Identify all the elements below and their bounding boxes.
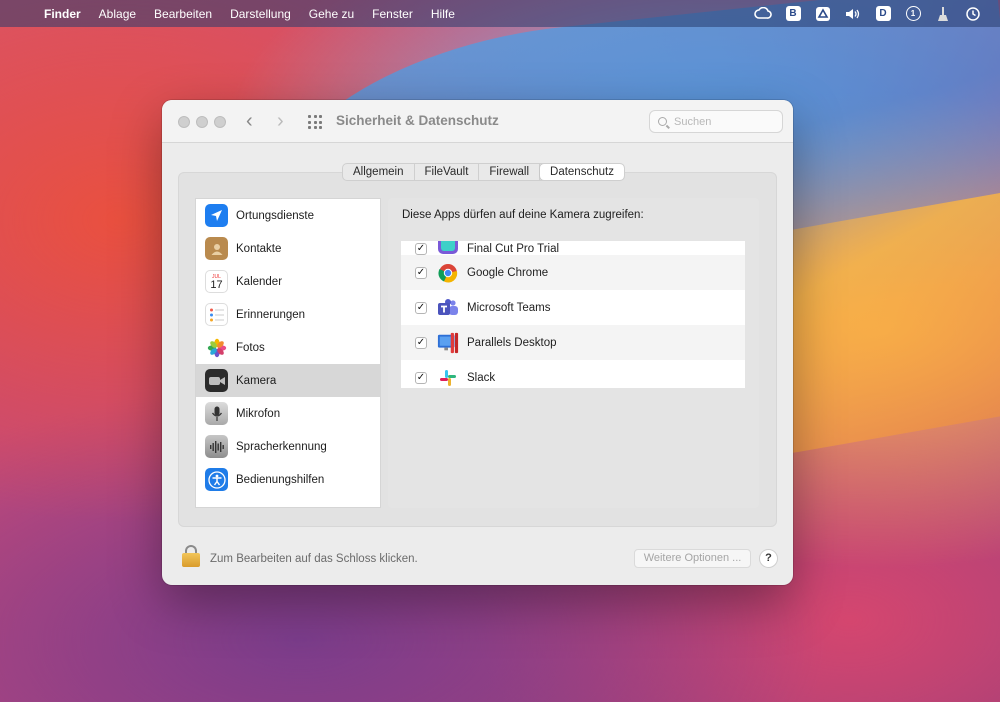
menu-bearbeiten[interactable]: Bearbeiten bbox=[145, 7, 221, 21]
tab-datenschutz[interactable]: Datenschutz bbox=[540, 164, 624, 180]
sidebar-item-label: Bedienungshilfen bbox=[236, 473, 325, 486]
back-chevron-icon[interactable]: ‹ bbox=[246, 111, 253, 131]
sidebar-item-label: Erinnerungen bbox=[236, 308, 306, 321]
microphone-icon bbox=[205, 402, 228, 425]
sidebar-item-erinnerungen[interactable]: Erinnerungen bbox=[196, 298, 380, 331]
tab-allgemein[interactable]: Allgemein bbox=[343, 164, 415, 180]
tab-filevault[interactable]: FileVault bbox=[415, 164, 480, 180]
menu-fenster[interactable]: Fenster bbox=[363, 7, 422, 21]
zoom-button[interactable] bbox=[214, 116, 226, 128]
search-field[interactable]: Suchen bbox=[649, 110, 783, 133]
calendar-icon: JUL 17 bbox=[205, 270, 228, 293]
sidebar-item-label: Ortungsdienste bbox=[236, 209, 314, 222]
time-machine-icon[interactable] bbox=[958, 0, 988, 27]
app-checkbox[interactable]: ✓ bbox=[415, 266, 427, 279]
search-placeholder: Suchen bbox=[674, 115, 712, 128]
more-options-button[interactable]: Weitere Optionen ... bbox=[634, 549, 751, 568]
menu-gehe-zu[interactable]: Gehe zu bbox=[300, 7, 363, 21]
app-checkbox[interactable]: ✓ bbox=[415, 336, 427, 349]
window-title: Sicherheit & Datenschutz bbox=[336, 113, 499, 128]
sidebar-item-kontakte[interactable]: Kontakte bbox=[196, 232, 380, 265]
photos-icon bbox=[205, 336, 228, 359]
sidebar-item-label: Fotos bbox=[236, 341, 265, 354]
forward-chevron-icon[interactable]: › bbox=[277, 111, 284, 131]
final-cut-icon bbox=[437, 241, 459, 255]
sidebar-item-bedienungshilfen[interactable]: Bedienungshilfen bbox=[196, 463, 380, 496]
app-checkbox[interactable]: ✓ bbox=[415, 371, 427, 384]
help-button[interactable]: ? bbox=[759, 549, 778, 568]
menu-app-finder[interactable]: Finder bbox=[44, 7, 90, 21]
tab-firewall[interactable]: Firewall bbox=[479, 164, 541, 180]
sidebar-item-label: Spracherkennung bbox=[236, 440, 327, 453]
speech-icon bbox=[205, 435, 228, 458]
list-item-google-chrome: ✓ Google Chrome bbox=[401, 255, 745, 290]
list-item-parallels-desktop: ✓ Parallels Desktop bbox=[401, 325, 745, 360]
show-all-grid-icon[interactable] bbox=[308, 115, 322, 129]
reminders-icon bbox=[205, 303, 228, 326]
sidebar-item-label: Kalender bbox=[236, 275, 283, 288]
contacts-icon bbox=[205, 237, 228, 260]
minimize-button[interactable] bbox=[196, 116, 208, 128]
accessibility-icon bbox=[205, 468, 228, 491]
teams-icon bbox=[437, 297, 459, 319]
menu-darstellung[interactable]: Darstellung bbox=[221, 7, 300, 21]
parallels-icon bbox=[437, 332, 459, 354]
lock-hint-text: Zum Bearbeiten auf das Schloss klicken. bbox=[210, 553, 418, 565]
lock-icon[interactable] bbox=[182, 545, 200, 567]
title-bar: ‹ › Sicherheit & Datenschutz Suchen bbox=[162, 100, 793, 143]
app-name: Microsoft Teams bbox=[467, 301, 551, 314]
system-preferences-window: ‹ › Sicherheit & Datenschutz Suchen Allg… bbox=[162, 100, 793, 585]
menu-ablage[interactable]: Ablage bbox=[90, 7, 145, 21]
menu-hilfe[interactable]: Hilfe bbox=[422, 7, 464, 21]
status-tray: B D 1 bbox=[748, 0, 1000, 27]
camera-icon bbox=[205, 369, 228, 392]
sidebar-item-label: Kontakte bbox=[236, 242, 282, 255]
privacy-category-list: Ortungsdienste Kontakte JUL 17 Kalender … bbox=[195, 198, 381, 508]
sidebar-item-label: Mikrofon bbox=[236, 407, 281, 420]
creative-cloud-icon[interactable] bbox=[748, 0, 778, 27]
app-permission-list[interactable]: ✓ Final Cut Pro Trial ✓ Google Chrome ✓ … bbox=[401, 241, 745, 388]
list-item-microsoft-teams: ✓ Microsoft Teams bbox=[401, 290, 745, 325]
list-item-final-cut: ✓ Final Cut Pro Trial bbox=[401, 241, 745, 255]
location-icon bbox=[205, 204, 228, 227]
google-drive-icon[interactable] bbox=[808, 0, 838, 27]
docs-icon[interactable]: D bbox=[868, 0, 898, 27]
volume-icon[interactable] bbox=[838, 0, 868, 27]
menu-bar: Finder Ablage Bearbeiten Darstellung Geh… bbox=[0, 0, 1000, 27]
slack-icon bbox=[437, 367, 459, 389]
bartender-icon[interactable]: B bbox=[778, 0, 808, 27]
search-icon bbox=[658, 117, 667, 126]
sidebar-item-fotos[interactable]: Fotos bbox=[196, 331, 380, 364]
app-checkbox[interactable]: ✓ bbox=[415, 301, 427, 314]
app-name: Google Chrome bbox=[467, 266, 549, 279]
pane-heading: Diese Apps dürfen auf deine Kamera zugre… bbox=[402, 209, 644, 221]
app-name: Slack bbox=[467, 371, 496, 384]
app-checkbox[interactable]: ✓ bbox=[415, 243, 427, 255]
tab-bar: Allgemein FileVault Firewall Datenschutz bbox=[342, 163, 625, 181]
list-item-slack: ✓ Slack bbox=[401, 360, 745, 388]
1password-icon[interactable]: 1 bbox=[898, 0, 928, 27]
chrome-icon bbox=[437, 262, 459, 284]
sidebar-item-ortungsdienste[interactable]: Ortungsdienste bbox=[196, 199, 380, 232]
sidebar-item-label: Kamera bbox=[236, 374, 277, 387]
sidebar-item-spracherkennung[interactable]: Spracherkennung bbox=[196, 430, 380, 463]
app-name: Parallels Desktop bbox=[467, 336, 557, 349]
sidebar-item-kamera[interactable]: Kamera bbox=[196, 364, 380, 397]
app-name: Final Cut Pro Trial bbox=[467, 243, 560, 255]
close-button[interactable] bbox=[178, 116, 190, 128]
sidebar-item-kalender[interactable]: JUL 17 Kalender bbox=[196, 265, 380, 298]
sidebar-item-mikrofon[interactable]: Mikrofon bbox=[196, 397, 380, 430]
camera-permissions-pane: Diese Apps dürfen auf deine Kamera zugre… bbox=[388, 198, 759, 508]
cleaning-icon[interactable] bbox=[928, 0, 958, 27]
